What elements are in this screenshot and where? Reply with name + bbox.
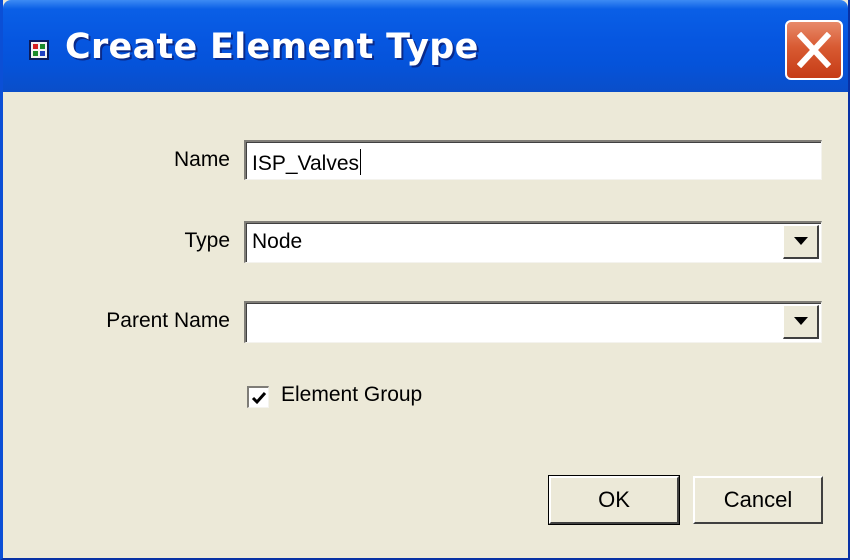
name-field[interactable]: ISP_Valves: [244, 140, 822, 180]
type-dropdown-button[interactable]: [783, 225, 819, 259]
text-caret: [360, 149, 361, 175]
name-label: Name: [173, 148, 230, 171]
parent-name-label: Parent Name: [106, 309, 230, 332]
cancel-button[interactable]: Cancel: [693, 476, 823, 524]
element-group-label[interactable]: Element Group: [281, 383, 422, 407]
title-bar[interactable]: Create Element Type: [3, 0, 848, 92]
app-icon[interactable]: [29, 40, 49, 60]
ok-button[interactable]: OK: [548, 475, 680, 525]
dialog-window: Create Element Type Name ISP_Valves Type…: [0, 0, 850, 560]
element-group-checkbox[interactable]: [247, 386, 269, 408]
type-value: Node: [252, 230, 303, 253]
window-title: Create Element Type: [65, 27, 479, 67]
type-label: Type: [184, 229, 230, 252]
type-select[interactable]: Node: [244, 221, 822, 263]
close-button[interactable]: [785, 20, 843, 80]
parent-name-select[interactable]: [244, 301, 822, 343]
name-value: ISP_Valves: [252, 152, 359, 175]
parent-name-dropdown-button[interactable]: [783, 305, 819, 339]
